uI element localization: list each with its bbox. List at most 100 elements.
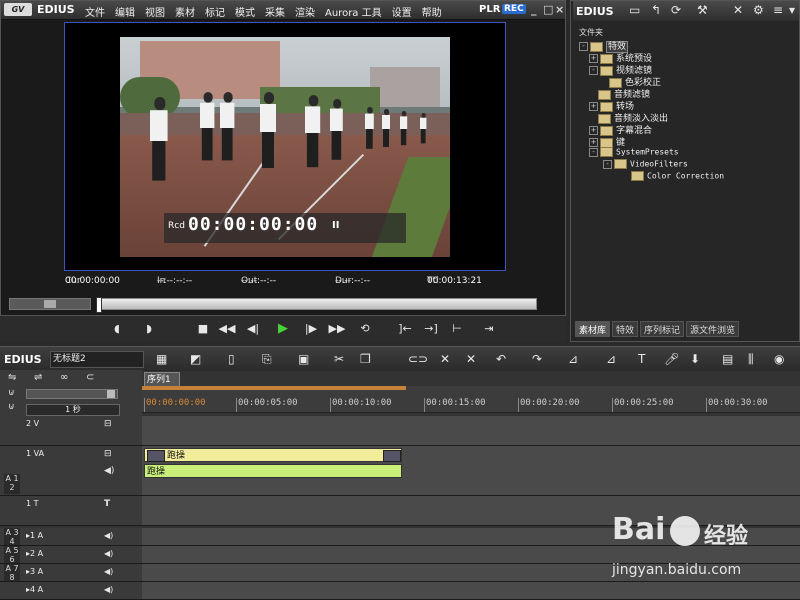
tree-item-video-filters[interactable]: - 视频滤镜 bbox=[589, 63, 652, 76]
time-ruler[interactable]: 00:00:00:00 00:00:05:00 00:00:10:00 00:0… bbox=[142, 386, 800, 413]
track-header-1t[interactable]: 1 TT bbox=[0, 496, 142, 526]
scale-dropdown[interactable]: 1 秒 bbox=[26, 404, 120, 416]
tree-item-color-correction-cn[interactable]: 色彩校正 bbox=[609, 75, 661, 88]
save-icon[interactable]: ▣ bbox=[298, 352, 309, 366]
ripple-delete-icon[interactable]: ✕ bbox=[466, 352, 476, 366]
tools-icon[interactable]: ⚒ bbox=[697, 3, 708, 17]
track-header-2v[interactable]: 2 V ⊟ bbox=[0, 416, 142, 446]
minimize-button[interactable]: _ bbox=[531, 3, 537, 16]
tree-item-systempresets[interactable]: - SystemPresets bbox=[589, 147, 679, 159]
tab-effects[interactable]: 特效 bbox=[612, 321, 639, 337]
cut-icon[interactable]: ✂ bbox=[334, 352, 344, 366]
track-header-1va[interactable]: A 1 21 VA ⊟ ◀) bbox=[0, 446, 142, 496]
tree-item-transitions[interactable]: + 转场 bbox=[589, 99, 634, 112]
track-header-2a[interactable]: A 5 6 ▸2 A ◀) bbox=[0, 546, 142, 564]
delete-icon[interactable]: ✕ bbox=[733, 3, 743, 17]
video-clip[interactable]: 跑操 bbox=[144, 448, 402, 462]
track-lane-2v[interactable] bbox=[142, 416, 800, 446]
menu-clip[interactable]: 素材 bbox=[175, 4, 195, 19]
maximize-button[interactable]: □ bbox=[543, 3, 553, 16]
tab-sequence-markers[interactable]: 序列标记 bbox=[640, 321, 685, 337]
open-icon[interactable]: ⎘ bbox=[262, 352, 272, 367]
undo-icon[interactable]: ↶ bbox=[496, 352, 506, 366]
record-icon[interactable]: ◉ bbox=[774, 352, 784, 366]
track-header-3a[interactable]: A 7 8 ▸3 A ◀) bbox=[0, 564, 142, 582]
snapshot-icon[interactable]: ⬇ bbox=[690, 352, 700, 366]
marker-icon[interactable]: ⊿ bbox=[606, 352, 616, 366]
step-forward-icon[interactable]: |▶ bbox=[302, 320, 320, 338]
close-button[interactable]: × bbox=[555, 3, 564, 16]
tree-item-keyers[interactable]: + 键 bbox=[589, 135, 625, 148]
menu-icon[interactable]: ▾ bbox=[789, 3, 795, 17]
redo-icon[interactable]: ↷ bbox=[532, 352, 542, 366]
menu-settings[interactable]: 设置 bbox=[392, 4, 412, 19]
link-icon[interactable]: ∞ bbox=[60, 372, 68, 383]
menu-aurora-tools[interactable]: Aurora 工具 bbox=[325, 4, 382, 19]
menu-view[interactable]: 视图 bbox=[145, 4, 165, 19]
speaker-icon[interactable]: ◀) bbox=[104, 466, 114, 476]
voiceover-icon[interactable]: 🎤︎ bbox=[664, 352, 679, 366]
mode-icon[interactable]: ⇋ bbox=[8, 372, 16, 383]
loop-icon[interactable]: ⟲ bbox=[356, 320, 374, 338]
sequence-icon[interactable]: ▦ bbox=[156, 352, 167, 366]
zoom-slider[interactable] bbox=[26, 389, 118, 399]
rewind-icon[interactable]: ◀◀ bbox=[218, 320, 236, 338]
video-toggle-icon[interactable]: ⊟ bbox=[104, 419, 112, 429]
tab-bin[interactable]: 素材库 bbox=[575, 321, 611, 337]
tree-item-title-mix[interactable]: + 字幕混合 bbox=[589, 123, 652, 136]
fast-forward-icon[interactable]: ▶▶ bbox=[328, 320, 346, 338]
menu-help[interactable]: 帮助 bbox=[422, 4, 442, 19]
plr-mode-button[interactable]: PLR bbox=[479, 4, 500, 15]
tree-item-audio-fades[interactable]: 音频淡入淡出 bbox=[598, 111, 668, 124]
speaker-icon[interactable]: ◀) bbox=[104, 549, 113, 558]
playhead-handle[interactable] bbox=[96, 297, 102, 313]
position-bar[interactable] bbox=[96, 297, 537, 313]
set-out-icon[interactable]: ◗ bbox=[140, 320, 158, 338]
folder-icon[interactable]: ▭ bbox=[629, 3, 640, 17]
tree-item-color-correction[interactable]: Color Correction bbox=[631, 171, 724, 183]
lock-icon[interactable]: ⊍ bbox=[8, 388, 15, 398]
insert-icon[interactable]: ]← bbox=[396, 320, 414, 338]
speaker-icon[interactable]: ◀) bbox=[104, 531, 113, 540]
step-back-icon[interactable]: ◀| bbox=[244, 320, 262, 338]
ripple-icon[interactable]: ⊂⊃ bbox=[408, 352, 428, 366]
stop-icon[interactable]: ■ bbox=[194, 320, 212, 338]
scale-icon[interactable]: ⊍ bbox=[8, 402, 15, 412]
rec-mode-button[interactable]: REC bbox=[502, 4, 526, 14]
shuttle-knob[interactable] bbox=[44, 300, 56, 308]
tab-source-browser[interactable]: 源文件浏览 bbox=[686, 321, 740, 337]
speaker-icon[interactable]: ◀) bbox=[104, 567, 113, 576]
play-icon[interactable]: ▶ bbox=[274, 320, 292, 338]
menu-render[interactable]: 渲染 bbox=[295, 4, 315, 19]
overwrite-icon[interactable]: →] bbox=[422, 320, 440, 338]
sync-icon[interactable]: ⇌ bbox=[34, 372, 42, 383]
speaker-icon[interactable]: ◀) bbox=[104, 585, 113, 594]
tree-item-system-presets[interactable]: + 系统预设 bbox=[589, 51, 652, 64]
snap-icon[interactable]: ⊂ bbox=[86, 372, 94, 383]
menu-mode[interactable]: 模式 bbox=[235, 4, 255, 19]
bin-icon[interactable]: ◩ bbox=[190, 352, 201, 366]
menu-marker[interactable]: 标记 bbox=[205, 4, 225, 19]
copy-icon[interactable]: ❐ bbox=[360, 352, 371, 366]
menu-file[interactable]: 文件 bbox=[85, 4, 105, 19]
shuttle-slider[interactable] bbox=[9, 298, 91, 310]
set-in-icon[interactable]: ◖ bbox=[108, 320, 126, 338]
tree-item-audio-filters[interactable]: 音频滤镜 bbox=[598, 87, 650, 100]
mixer-icon[interactable]: ⫼ bbox=[748, 352, 754, 367]
new-icon[interactable]: ▯ bbox=[228, 352, 235, 366]
delete-clip-icon[interactable]: ✕ bbox=[440, 352, 450, 366]
grid-icon[interactable]: ▤ bbox=[722, 352, 733, 366]
tree-item-videofilters[interactable]: - VideoFilters bbox=[603, 159, 688, 171]
export-icon[interactable]: ⇥ bbox=[480, 320, 498, 338]
split-icon[interactable]: ⊢ bbox=[448, 320, 466, 338]
title-icon[interactable]: T bbox=[638, 352, 645, 366]
video-toggle-icon[interactable]: ⊟ bbox=[104, 449, 112, 459]
menu-capture[interactable]: 采集 bbox=[265, 4, 285, 19]
track-header-1a[interactable]: A 3 4 ▸1 A ◀) bbox=[0, 528, 142, 546]
refresh-icon[interactable]: ⟳ bbox=[671, 3, 681, 17]
properties-icon[interactable]: ⚙ bbox=[753, 3, 764, 17]
track-header-4a[interactable]: ▸4 A ◀) bbox=[0, 582, 142, 600]
tree-item-effects[interactable]: - 特效 bbox=[579, 39, 629, 53]
list-icon[interactable]: ≡ bbox=[773, 3, 783, 17]
menu-edit[interactable]: 编辑 bbox=[115, 4, 135, 19]
